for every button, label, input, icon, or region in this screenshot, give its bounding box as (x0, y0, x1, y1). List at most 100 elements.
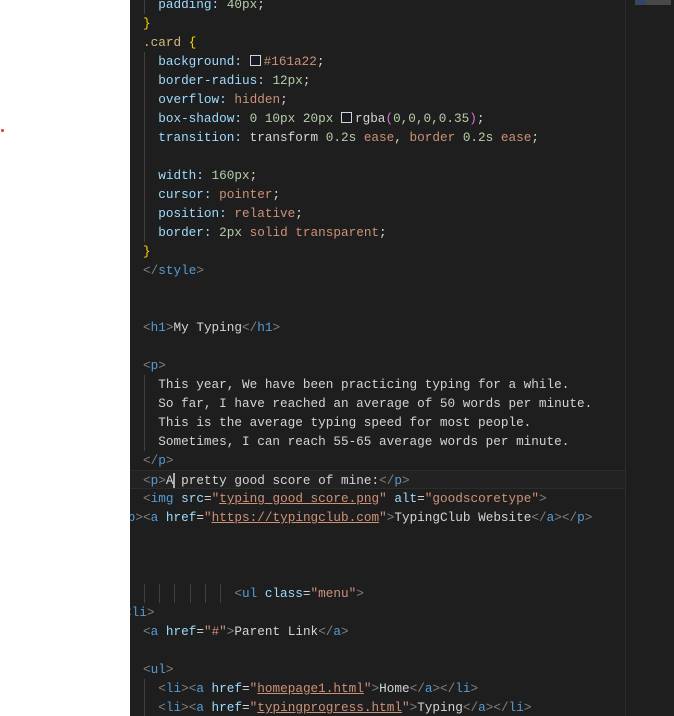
code-line[interactable]: .card { (143, 33, 196, 52)
code-token: ; (257, 0, 265, 12)
code-token: 0,0,0,0.35 (393, 111, 470, 126)
code-token: a (150, 510, 166, 525)
code-line[interactable]: </p> (143, 451, 173, 470)
code-token: </ (318, 624, 334, 639)
code-line[interactable]: This year, We have been practicing typin… (143, 375, 569, 394)
code-line[interactable]: border-radius: 12px; (143, 71, 311, 90)
code-line[interactable]: Sometimes, I can reach 55-65 average wor… (143, 432, 569, 451)
code-token: = (417, 491, 425, 506)
minimap-viewport-marker (635, 0, 671, 5)
code-line[interactable]: So far, I have reached an average of 50 … (143, 394, 592, 413)
code-token: </ (409, 681, 425, 696)
code-line[interactable]: border: 2px solid transparent; (143, 223, 386, 242)
code-token: ) (469, 111, 477, 126)
code-line[interactable]: </style> (143, 261, 204, 280)
code-token: ease (363, 130, 395, 145)
code-line-current[interactable]: <p>A pretty good score of mine:</p> (130, 470, 625, 489)
code-token: > (584, 510, 593, 525)
code-editor[interactable]: padding: 40px;} .card { background: #161a… (130, 0, 625, 716)
code-line[interactable]: <li><a href="homepage1.html">Home</a></l… (143, 679, 478, 698)
code-token: = (242, 700, 250, 715)
code-token: background: (143, 54, 250, 69)
code-token: "#" (203, 624, 227, 639)
code-token: style (158, 263, 197, 278)
code-line[interactable]: <p> (143, 356, 166, 375)
code-token: 0 10px 20px (249, 111, 341, 126)
code-token: class (264, 586, 303, 601)
code-token: #161a22 (263, 54, 317, 69)
code-line[interactable]: transition: transform 0.2s ease, border … (143, 128, 539, 147)
code-token: < (143, 586, 242, 601)
code-link[interactable]: https://typingclub.com (212, 510, 380, 525)
code-token: a (478, 700, 486, 715)
code-line[interactable]: <h1>My Typing</h1> (143, 318, 280, 337)
code-token: 0.2s (462, 130, 501, 145)
code-token: Sometimes, I can reach 55-65 average wor… (143, 434, 570, 449)
code-token: ; (295, 206, 303, 221)
code-line[interactable]: cursor: pointer; (143, 185, 280, 204)
code-link[interactable]: typing good score.png (219, 491, 379, 506)
code-token: ; (302, 73, 311, 88)
code-token: .card (143, 35, 189, 50)
code-token: > (401, 473, 410, 488)
code-line[interactable]: <img src="typing good score.png" alt="go… (143, 489, 547, 508)
code-line[interactable]: } (143, 242, 151, 261)
code-line[interactable]: background: #161a22; (143, 52, 325, 71)
color-swatch-icon[interactable] (340, 112, 352, 123)
minimap[interactable] (625, 0, 674, 716)
code-token: > (158, 358, 166, 373)
code-token: > (470, 681, 479, 696)
code-token: = (196, 510, 204, 525)
code-token: relative (234, 206, 296, 221)
code-token: > (196, 263, 204, 278)
code-token: position: (143, 206, 235, 221)
code-line[interactable]: } (143, 14, 151, 33)
code-token: img (150, 491, 182, 506)
code-line[interactable]: <li><a href="typingprogress.html">Typing… (143, 698, 531, 716)
code-token: width: (143, 168, 212, 183)
code-link[interactable]: typingprogress.html (257, 700, 402, 715)
code-line[interactable]: <ul> (143, 660, 173, 679)
code-token: pretty good score of mine: (173, 473, 380, 488)
code-token: box-shadow: (143, 111, 250, 126)
code-token: </ (143, 263, 159, 278)
code-token: } (143, 16, 151, 31)
code-token: > (523, 700, 532, 715)
code-token: > (341, 624, 349, 639)
code-token: 160px (211, 168, 250, 183)
code-token: </ (379, 473, 395, 488)
code-token: ></ (554, 510, 578, 525)
code-line[interactable]: padding: 40px; (143, 0, 265, 14)
code-line[interactable]: position: relative; (143, 204, 303, 223)
code-token: " (203, 510, 212, 525)
code-line[interactable]: overflow: hidden; (143, 90, 287, 109)
code-line[interactable]: <ul class="menu"> (143, 584, 363, 603)
code-token: } (143, 244, 151, 259)
code-token: a (333, 624, 342, 639)
code-token: transform (249, 130, 326, 145)
color-swatch-icon[interactable] (249, 55, 261, 66)
code-line[interactable]: <a href="#">Parent Link</a> (143, 622, 349, 641)
code-token: href (165, 624, 197, 639)
code-token: a (196, 700, 212, 715)
code-line[interactable]: <li> (130, 603, 154, 622)
code-token: > (539, 491, 547, 506)
code-line[interactable]: This is the average typing speed for mos… (143, 413, 531, 432)
code-token: ; (272, 187, 281, 202)
code-token: li (165, 700, 182, 715)
code-token: h1 (257, 320, 273, 335)
code-token: rgba (354, 111, 386, 126)
code-line[interactable]: <p><a href="https://typingclub.com">Typi… (130, 508, 592, 527)
code-token: This is the average typing speed for mos… (143, 415, 532, 430)
code-line[interactable]: width: 160px; (143, 166, 257, 185)
code-line[interactable]: box-shadow: 0 10px 20px rgba(0,0,0,0.35)… (143, 109, 484, 128)
code-token: 12px (272, 73, 303, 88)
code-token: ; (531, 130, 539, 145)
code-token: My Typing (173, 320, 243, 335)
code-token: padding: (143, 0, 227, 12)
code-token: ; (316, 54, 325, 69)
code-link[interactable]: homepage1.html (257, 681, 364, 696)
code-token: , (394, 130, 410, 145)
code-token: 2px (219, 225, 250, 240)
code-token: "menu" (310, 586, 357, 601)
